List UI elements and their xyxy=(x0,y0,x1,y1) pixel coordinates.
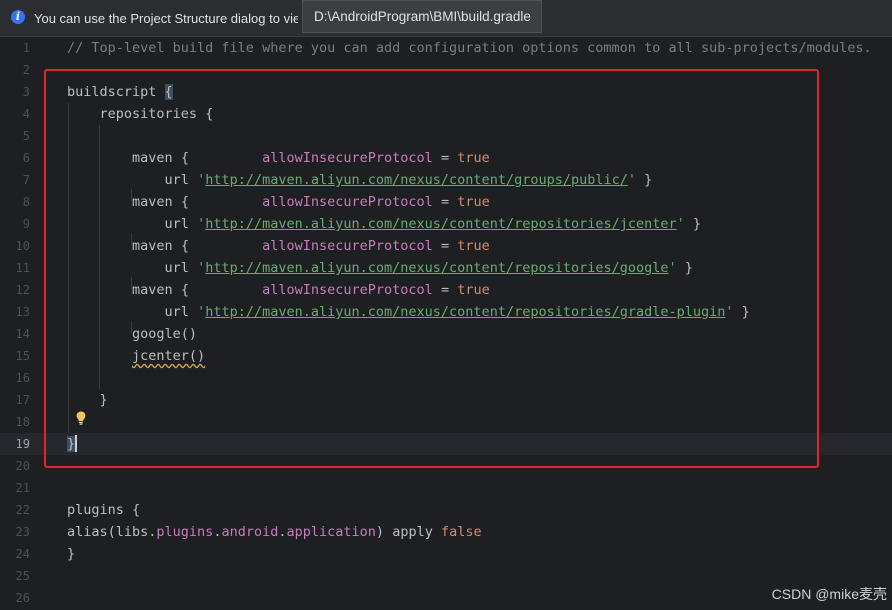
brace: { xyxy=(132,502,141,518)
line-number[interactable]: 13 xyxy=(0,301,30,323)
line-number[interactable]: 1 xyxy=(0,37,30,59)
line-number[interactable]: 15 xyxy=(0,345,30,367)
info-icon: i xyxy=(11,10,25,24)
line-number[interactable]: 21 xyxy=(0,477,30,499)
line-number[interactable]: 14 xyxy=(0,323,30,345)
line-number[interactable]: 18 xyxy=(0,411,30,433)
watermark: CSDN @mike麦壳 xyxy=(771,586,887,602)
line-number[interactable]: 2 xyxy=(0,59,30,81)
code-line-24[interactable]: } xyxy=(67,543,75,565)
line-number[interactable]: 9 xyxy=(0,213,30,235)
line-number[interactable]: 10 xyxy=(0,235,30,257)
line-number[interactable]: 7 xyxy=(0,169,30,191)
line-number-gutter[interactable]: 1 2 3 4 5 6 7 8 9 10 11 12 13 14 15 16 17 18 19 20 21 22 23 24 2… xyxy=(0,37,50,610)
file-path-tooltip: D:\AndroidProgram\BMI\build.gradle xyxy=(302,0,542,33)
plugins-keyword: plugins xyxy=(67,502,124,518)
line-number[interactable]: 8 xyxy=(0,191,30,213)
line-number[interactable]: 12 xyxy=(0,279,30,301)
line-number[interactable]: 3 xyxy=(0,81,30,103)
line-number[interactable]: 16 xyxy=(0,367,30,389)
line-number[interactable]: 17 xyxy=(0,389,30,411)
alias-segment: application xyxy=(286,524,376,540)
dot: . xyxy=(278,524,287,540)
brace: } xyxy=(67,546,76,562)
comment: // Top-level build file where you can ad… xyxy=(67,40,872,56)
line-number[interactable]: 26 xyxy=(0,587,30,609)
code-line-23[interactable]: alias(libs.plugins.android.application) … xyxy=(67,521,482,543)
line-number[interactable]: 6 xyxy=(0,147,30,169)
alias-call: alias(libs. xyxy=(67,524,157,540)
line-number[interactable]: 23 xyxy=(0,521,30,543)
paren: ) xyxy=(375,524,385,540)
code-line-22[interactable]: plugins { xyxy=(67,499,140,521)
line-number[interactable]: 4 xyxy=(0,103,30,125)
line-number[interactable]: 20 xyxy=(0,455,30,477)
apply-keyword: apply xyxy=(392,524,433,540)
boolean-value: false xyxy=(440,524,482,540)
line-number[interactable]: 5 xyxy=(0,125,30,147)
line-number[interactable]: 25 xyxy=(0,565,30,587)
code-line-1[interactable]: // Top-level build file where you can ad… xyxy=(67,37,872,59)
line-number[interactable]: 22 xyxy=(0,499,30,521)
alias-segment: android xyxy=(221,524,279,540)
line-number[interactable]: 19 xyxy=(0,433,30,455)
line-number[interactable]: 11 xyxy=(0,257,30,279)
banner-message: You can use the Project Structure dialog… xyxy=(34,11,298,26)
line-number[interactable]: 24 xyxy=(0,543,30,565)
alias-segment: plugins xyxy=(156,524,214,540)
annotation-highlight-box xyxy=(44,69,819,468)
